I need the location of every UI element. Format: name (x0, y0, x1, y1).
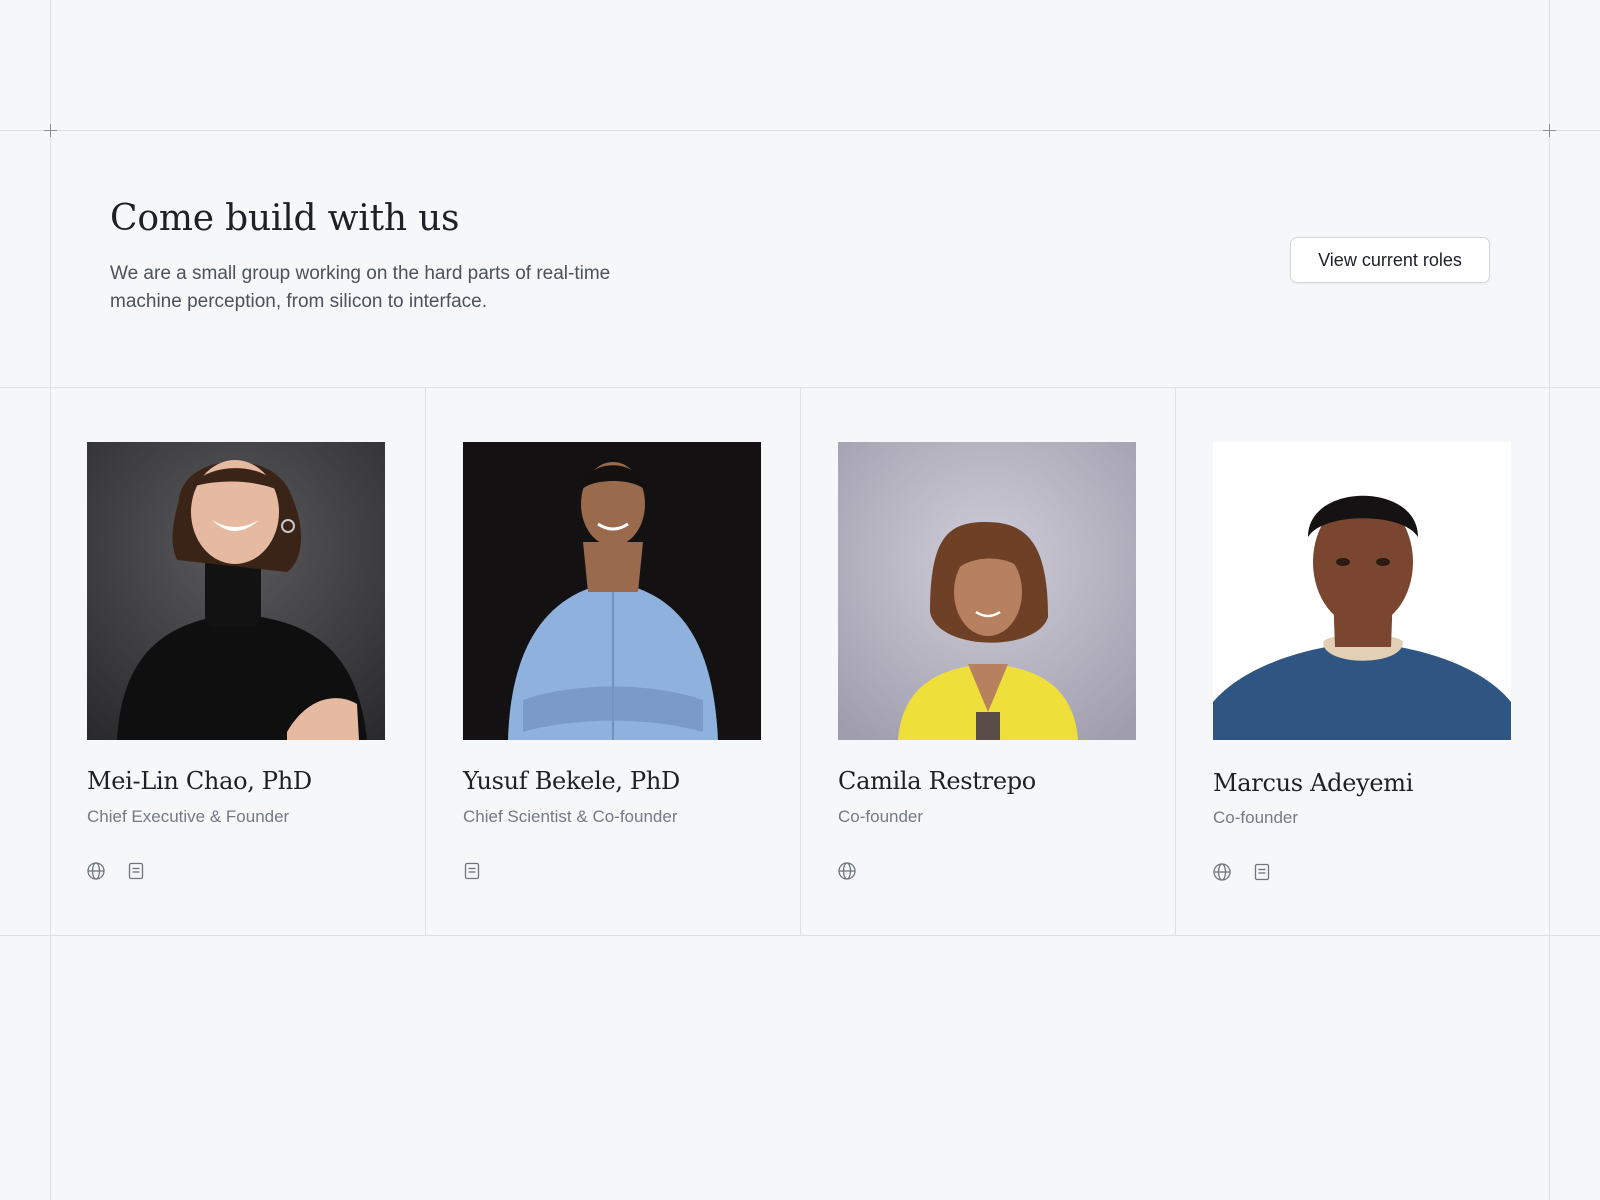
globe-icon[interactable] (86, 861, 106, 881)
team-member-role: Chief Executive & Founder (87, 807, 290, 826)
hero-subtitle: We are a small group working on the hard… (110, 263, 611, 312)
view-roles-button[interactable]: View current roles (1290, 237, 1490, 283)
page: Come build with us We are a small group … (0, 0, 1600, 1200)
hero-title: Come build with us (110, 198, 460, 239)
team-member-links (1212, 862, 1272, 882)
team-member-role: Co-founder (1213, 808, 1299, 827)
document-icon[interactable] (126, 861, 146, 881)
team-member-name: Marcus Adeyemi (1213, 769, 1414, 797)
globe-icon[interactable] (1212, 862, 1232, 882)
team-grid: Mei-Lin Chao, PhD Chief Executive & Foun… (50, 387, 1550, 935)
team-member-photo (1213, 442, 1511, 740)
team-member-card: Marcus Adeyemi Co-founder (1175, 387, 1550, 935)
crosshair-icon (1543, 124, 1556, 137)
team-member-links (837, 861, 857, 881)
document-icon[interactable] (462, 861, 482, 881)
globe-icon[interactable] (837, 861, 857, 881)
grid-line-bottom (0, 935, 1600, 936)
grid-line-top (0, 130, 1600, 131)
team-member-card: Camila Restrepo Co-founder (800, 387, 1175, 935)
team-member-card: Mei-Lin Chao, PhD Chief Executive & Foun… (50, 387, 425, 935)
team-member-links (462, 861, 482, 881)
team-member-name: Camila Restrepo (838, 767, 1036, 795)
team-member-links (86, 861, 146, 881)
document-icon[interactable] (1252, 862, 1272, 882)
team-member-card: Yusuf Bekele, PhD Chief Scientist & Co-f… (425, 387, 800, 935)
team-member-name: Mei-Lin Chao, PhD (87, 767, 312, 795)
team-member-name: Yusuf Bekele, PhD (463, 767, 680, 795)
team-member-role: Chief Scientist & Co-founder (463, 807, 678, 826)
team-member-photo (463, 442, 761, 740)
team-member-photo (838, 442, 1136, 740)
team-member-photo (87, 442, 385, 740)
team-member-role: Co-founder (838, 807, 924, 826)
crosshair-icon (44, 124, 57, 137)
